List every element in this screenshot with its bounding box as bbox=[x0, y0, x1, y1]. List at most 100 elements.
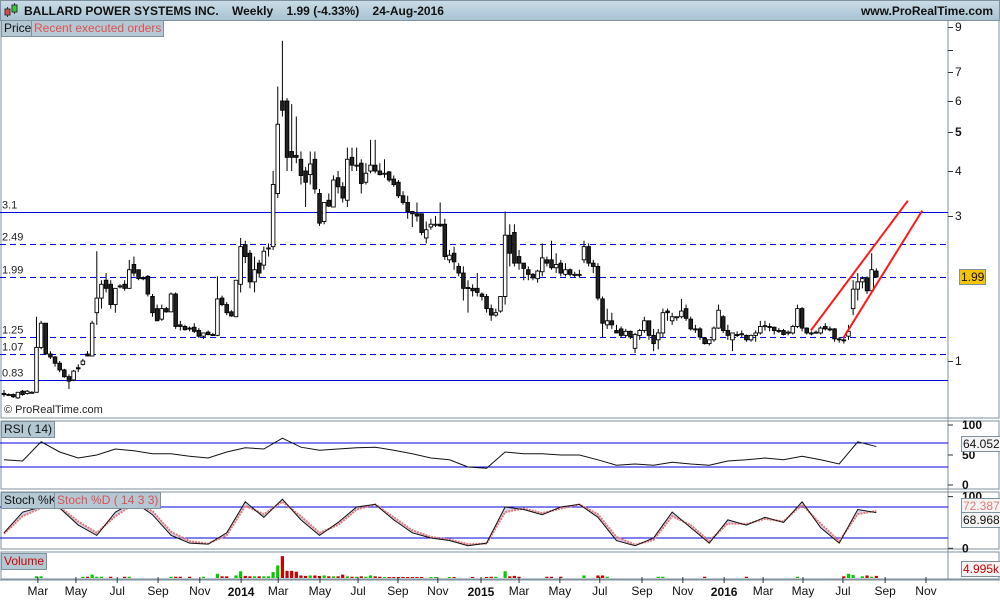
candle-body bbox=[419, 213, 424, 233]
candle-body bbox=[716, 309, 721, 329]
candle-body bbox=[219, 297, 225, 306]
volume-bar bbox=[392, 577, 396, 578]
candle-body bbox=[122, 283, 127, 289]
rsi-label[interactable]: RSI ( 14) bbox=[1, 421, 56, 438]
candle-body bbox=[349, 156, 355, 166]
candle-body bbox=[108, 283, 113, 306]
volume-bar bbox=[851, 575, 855, 578]
candle-body bbox=[34, 346, 39, 393]
time-tick-label: Jul bbox=[592, 584, 607, 598]
price-tick-label: 5 bbox=[955, 125, 962, 139]
candle-body bbox=[693, 328, 698, 331]
candle-body bbox=[683, 308, 689, 319]
candle-body bbox=[405, 202, 410, 212]
candle-body bbox=[730, 332, 735, 341]
candle-body bbox=[15, 391, 21, 399]
candle-body bbox=[818, 327, 823, 334]
candle-body bbox=[354, 164, 359, 167]
volume-bar bbox=[406, 577, 410, 578]
candle-body bbox=[785, 331, 791, 334]
candle-body bbox=[215, 298, 220, 336]
time-tick-label: May bbox=[549, 584, 572, 598]
candle-body bbox=[600, 298, 605, 324]
volume-bar bbox=[874, 575, 878, 578]
time-tick-label: Sep bbox=[631, 584, 653, 598]
candle-body bbox=[660, 312, 666, 334]
volume-bar bbox=[174, 576, 178, 578]
volume-bar bbox=[252, 576, 257, 578]
volume-bar bbox=[285, 570, 289, 578]
volume-bar bbox=[373, 576, 377, 578]
candle-body bbox=[224, 304, 229, 314]
level-label: 1.07 bbox=[2, 342, 23, 354]
volume-bar bbox=[276, 565, 280, 578]
volume-bar bbox=[99, 576, 104, 578]
price-panel-label[interactable]: Price bbox=[1, 20, 35, 37]
candle-body bbox=[168, 293, 174, 313]
volume-label[interactable]: Volume bbox=[1, 553, 48, 570]
stoch-k-label[interactable]: Stoch %K bbox=[1, 492, 60, 509]
stoch-k-badge: 68.968 bbox=[961, 512, 1000, 528]
candle-body bbox=[679, 310, 684, 318]
candle-body bbox=[196, 330, 202, 337]
candle-body bbox=[475, 287, 480, 293]
candle-body bbox=[284, 100, 290, 158]
level-label: 3.1 bbox=[2, 200, 17, 212]
candle bbox=[586, 243, 591, 267]
candle bbox=[720, 315, 726, 333]
candle-body bbox=[335, 177, 341, 188]
candle-body bbox=[442, 223, 448, 257]
time-tick-label: 2016 bbox=[711, 585, 738, 599]
time-tick-label: Jul bbox=[835, 584, 850, 598]
candle-body bbox=[99, 283, 104, 299]
candle-body bbox=[553, 264, 559, 269]
candle-body bbox=[1, 392, 7, 395]
candle-body bbox=[591, 262, 596, 267]
recent-orders-toggle[interactable]: Recent executed orders bbox=[31, 20, 165, 37]
candle bbox=[317, 189, 322, 226]
candle-body bbox=[823, 326, 828, 330]
volume-bar bbox=[294, 571, 298, 578]
candle bbox=[173, 292, 178, 329]
candle-body bbox=[289, 151, 294, 158]
chart-canvas: 3.12.491.991.251.070.83 9765431 100500 1… bbox=[0, 19, 1000, 599]
stoch-d-label[interactable]: Stoch %D ( 14 3 3) bbox=[54, 492, 162, 509]
candle-body bbox=[94, 297, 100, 314]
volume-bar bbox=[364, 576, 368, 578]
volume-bar bbox=[85, 576, 90, 578]
candle-body bbox=[526, 269, 531, 275]
candle-body bbox=[103, 279, 109, 289]
time-tick-label: 2014 bbox=[228, 585, 255, 599]
volume-bar bbox=[656, 576, 660, 578]
candle-body bbox=[62, 369, 67, 378]
candle bbox=[331, 175, 336, 208]
time-tick-label: Mar bbox=[753, 584, 774, 598]
candle-body bbox=[410, 211, 415, 215]
candle-body bbox=[201, 332, 206, 337]
candle bbox=[24, 390, 30, 395]
volume-bar bbox=[345, 576, 349, 578]
candle-body bbox=[836, 338, 842, 341]
candle-body bbox=[850, 288, 856, 310]
volume-bar bbox=[239, 571, 243, 578]
candle bbox=[442, 218, 448, 260]
website-link[interactable]: www.ProRealTime.com bbox=[861, 4, 993, 18]
candle-body bbox=[516, 256, 522, 264]
volume-bar bbox=[433, 577, 438, 578]
volume-bar bbox=[331, 576, 336, 578]
candle-body bbox=[744, 334, 749, 341]
volume-bar bbox=[494, 576, 498, 578]
price-badge: 1.99 bbox=[959, 269, 987, 285]
candle-body bbox=[669, 316, 675, 322]
volume-bar bbox=[313, 575, 317, 578]
time-tick-label: Sep bbox=[874, 584, 896, 598]
volume-bar bbox=[201, 576, 206, 578]
rsi-tick-label: 100 bbox=[962, 418, 982, 432]
candlestick-logo-icon bbox=[4, 3, 18, 17]
price-tick-label: 4 bbox=[955, 164, 962, 178]
candle-body bbox=[665, 310, 670, 314]
candle-body bbox=[11, 394, 16, 398]
volume-bar bbox=[188, 576, 192, 578]
candle-body bbox=[498, 296, 503, 312]
candle-body bbox=[451, 252, 457, 263]
